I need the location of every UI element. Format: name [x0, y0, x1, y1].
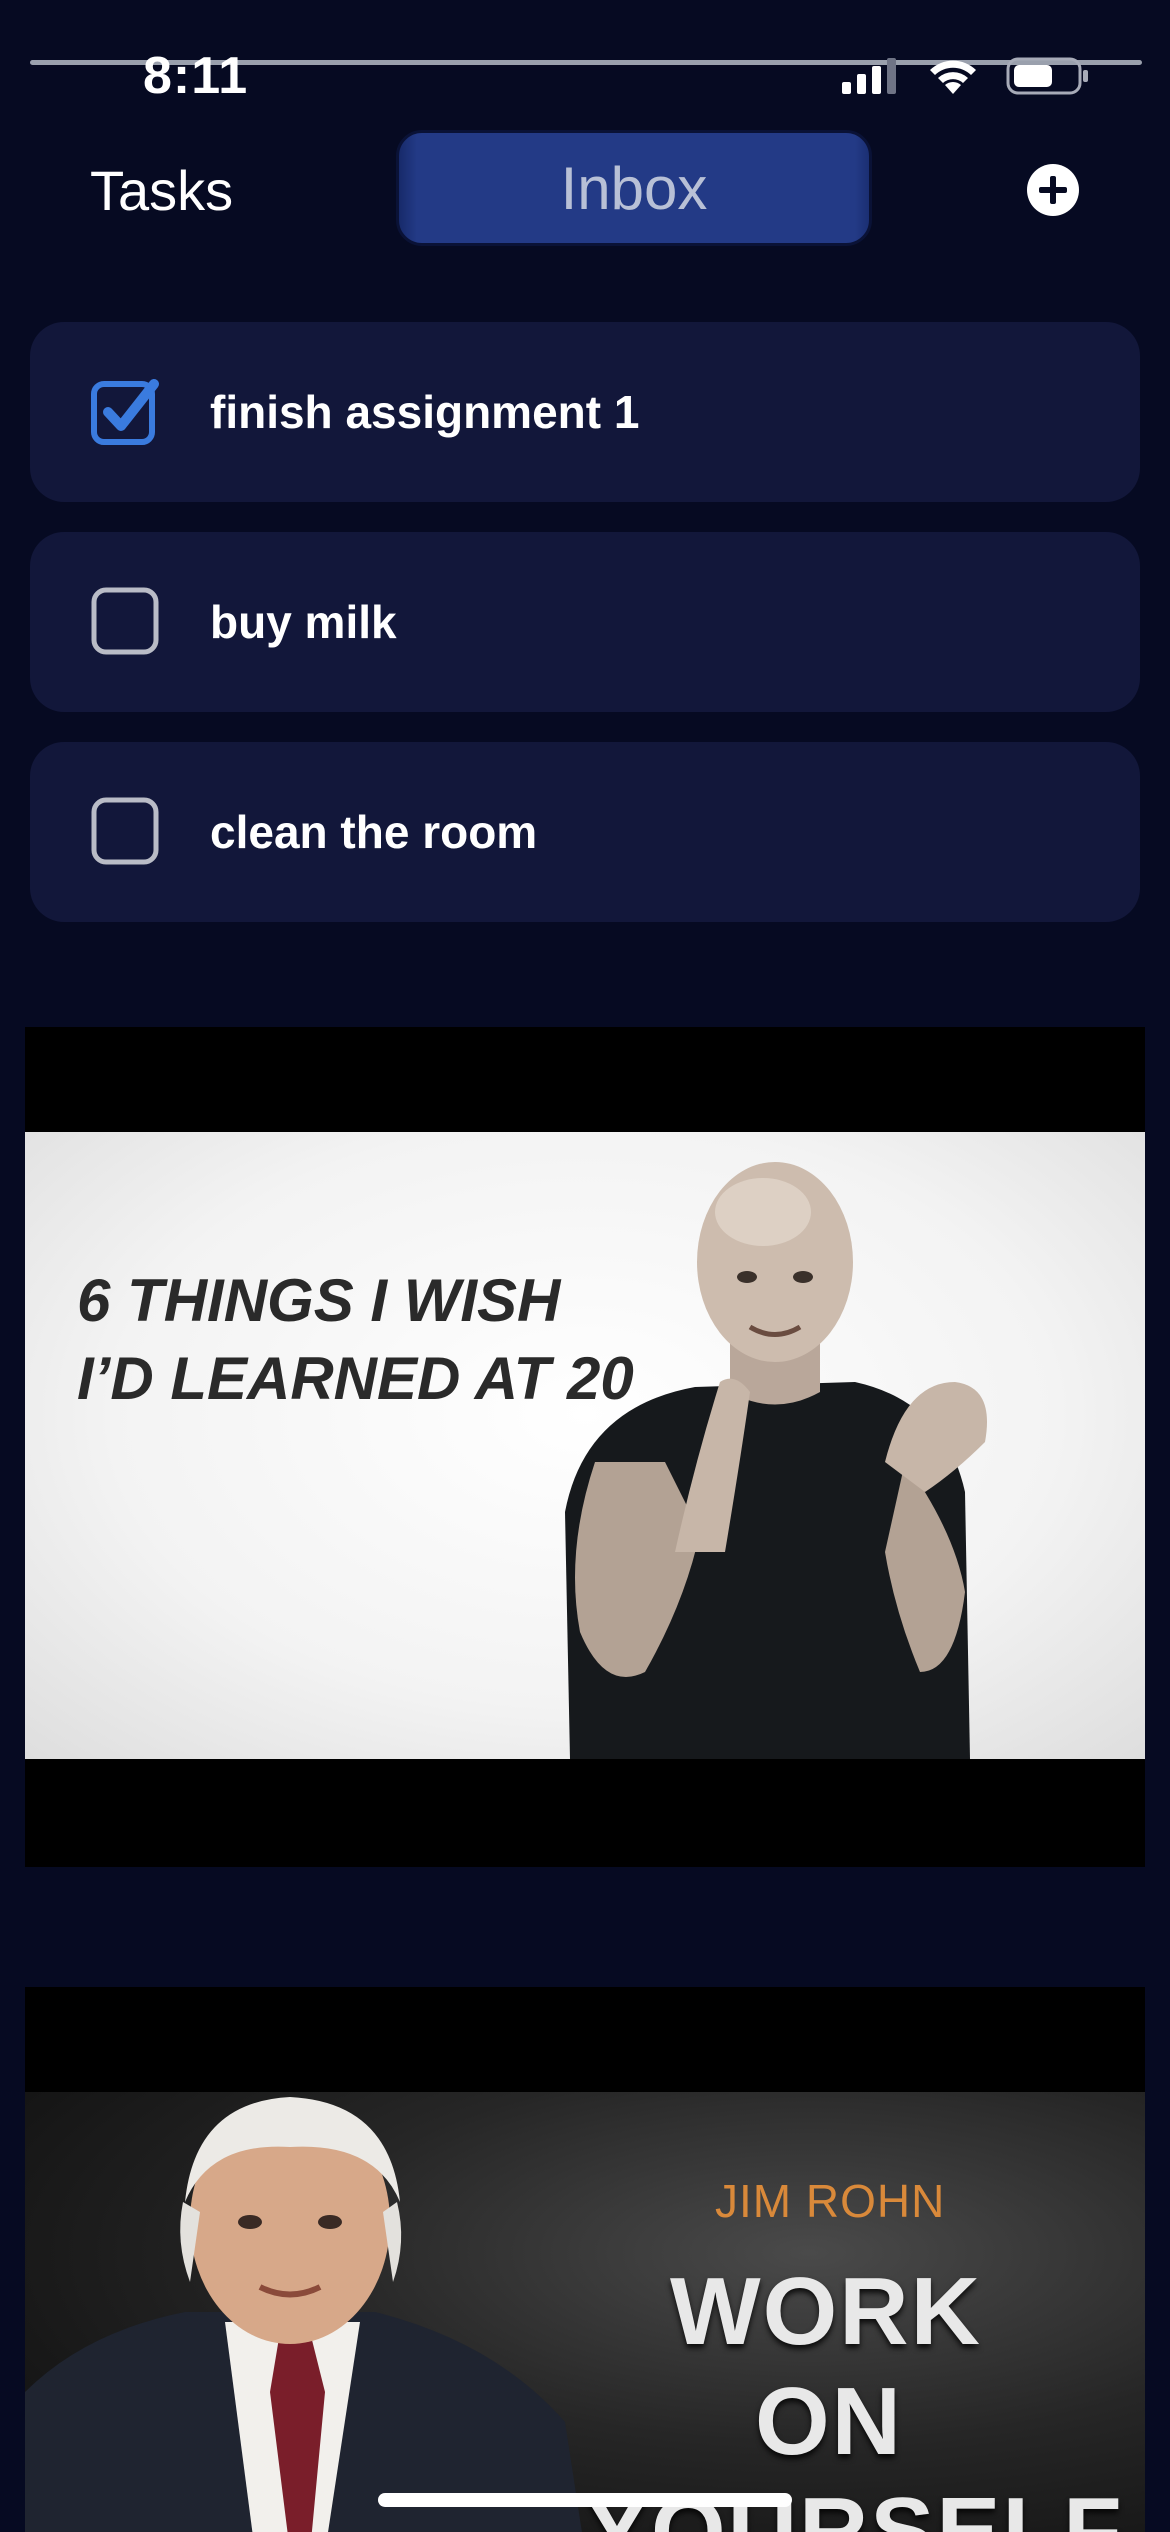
- video-title-word: ON: [755, 2368, 903, 2475]
- task-label: finish assignment 1: [210, 386, 640, 438]
- cellular-signal-icon: [842, 58, 896, 94]
- video-frame: 6 THINGS I WISH I’D LEARNED AT 20: [25, 1132, 1145, 1759]
- home-indicator[interactable]: [378, 2493, 792, 2507]
- battery-icon: [1006, 57, 1088, 95]
- video-thumbnail[interactable]: 6 THINGS I WISH I’D LEARNED AT 20: [25, 1027, 1145, 1867]
- task-item[interactable]: finish assignment 1: [30, 322, 1140, 502]
- speaker-portrait-image: [25, 2097, 582, 2532]
- video-speaker-name: JIM ROHN: [715, 2175, 946, 2227]
- video-thumbnail[interactable]: JIM ROHN WORK ON YOURSELF: [25, 1987, 1145, 2532]
- checkbox-empty-icon[interactable]: [90, 796, 160, 866]
- checkbox-empty-icon[interactable]: [90, 586, 160, 656]
- video-title-word: WORK: [670, 2258, 982, 2365]
- checkbox-checked-icon[interactable]: [90, 376, 160, 446]
- status-icons: [840, 56, 1090, 96]
- speaker-figure-image: [565, 1162, 987, 1759]
- task-label: clean the room: [210, 806, 538, 858]
- task-item[interactable]: buy milk: [30, 532, 1140, 712]
- inbox-tab[interactable]: Inbox: [396, 130, 872, 246]
- header-title[interactable]: Tasks: [90, 158, 233, 223]
- video-headline-line1: 6 THINGS I WISH: [77, 1267, 561, 1334]
- task-label: buy milk: [210, 596, 397, 648]
- task-item[interactable]: clean the room: [30, 742, 1140, 922]
- plus-circle-icon[interactable]: [1027, 164, 1079, 216]
- status-time: 8:11: [143, 47, 249, 105]
- wifi-icon: [930, 60, 976, 94]
- video-frame: JIM ROHN WORK ON YOURSELF: [25, 2092, 1145, 2532]
- inbox-tab-label: Inbox: [560, 154, 708, 222]
